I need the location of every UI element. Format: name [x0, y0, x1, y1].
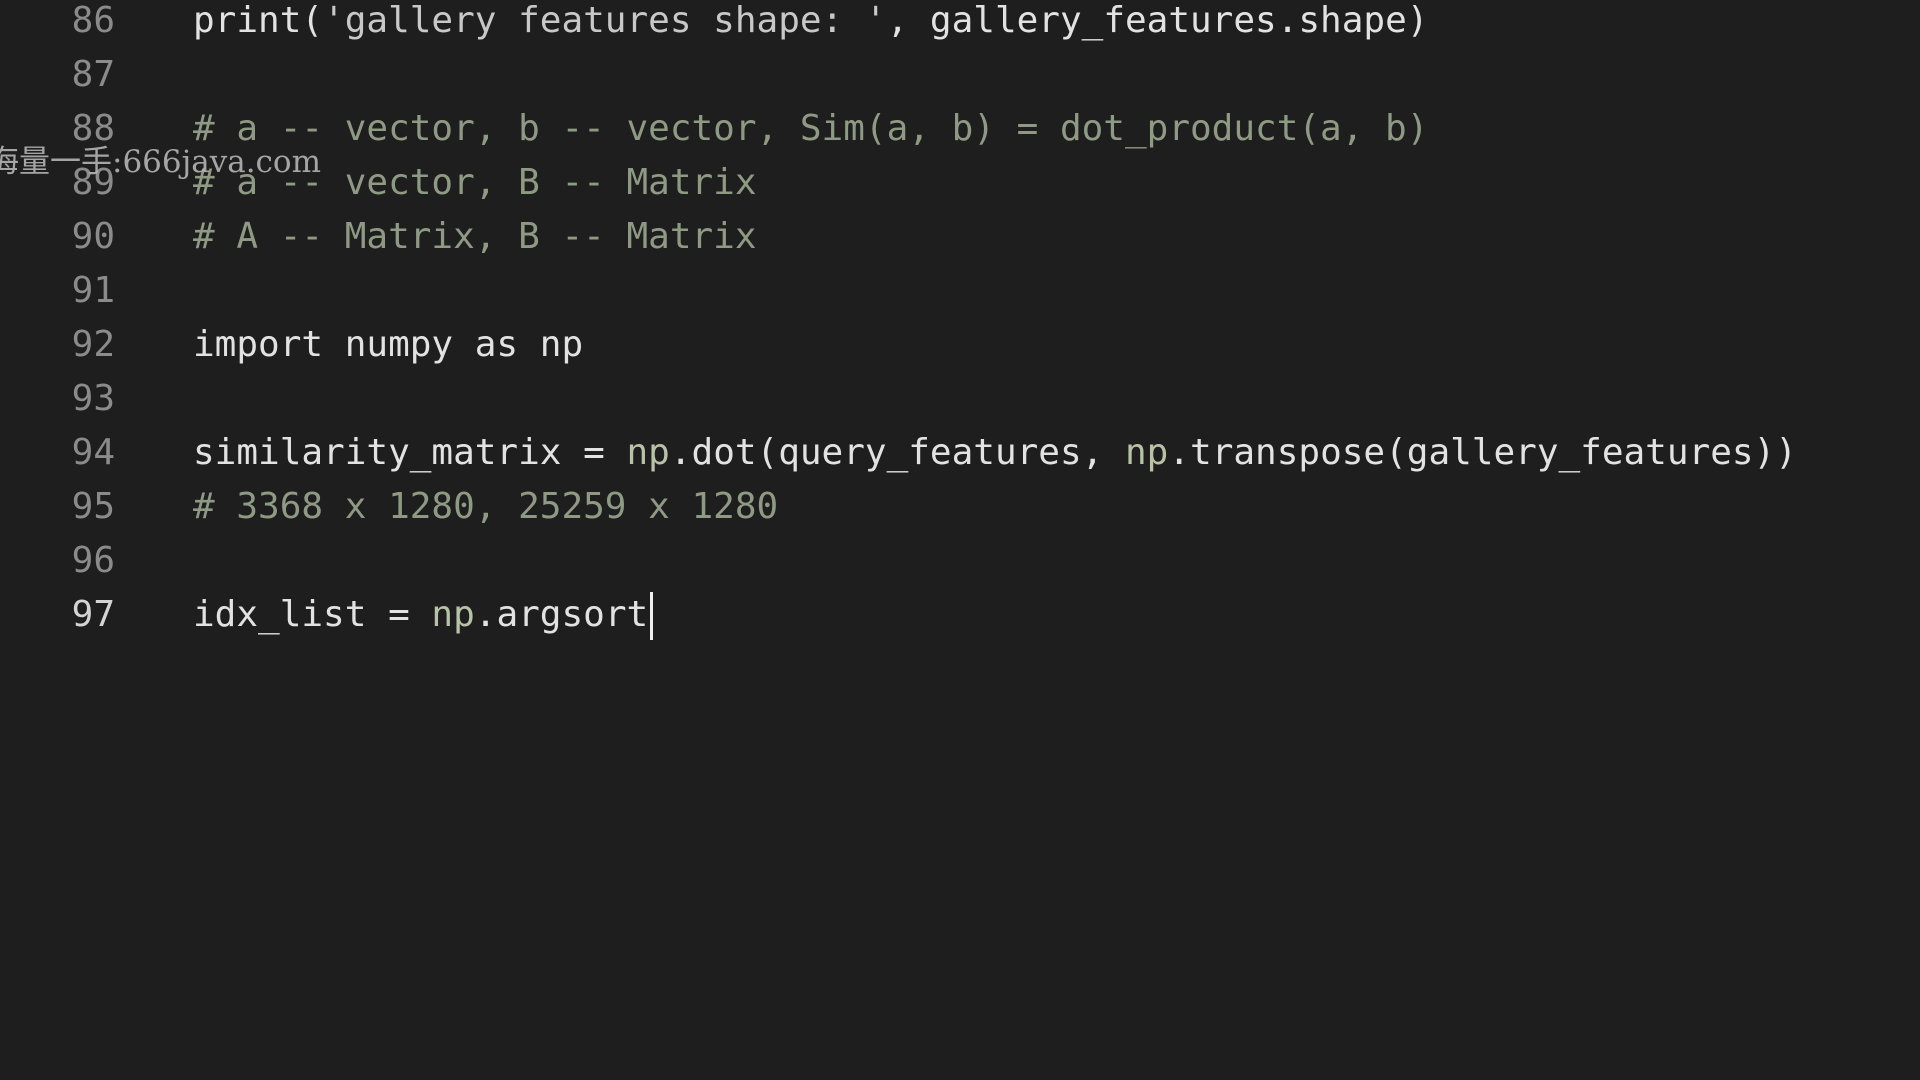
code-token-str: 'gallery features shape: ' — [323, 0, 887, 41]
code-text[interactable]: similarity_matrix = np.dot(query_feature… — [193, 426, 1797, 480]
code-token-comment: # A -- Matrix, B -- Matrix — [193, 216, 757, 257]
code-line[interactable]: 87 — [0, 48, 1920, 102]
code-token-text: import numpy as np — [193, 324, 584, 365]
line-number: 97 — [71, 594, 115, 635]
code-line[interactable]: 90 # A -- Matrix, B -- Matrix — [0, 210, 1920, 264]
line-number: 86 — [71, 0, 115, 41]
code-text[interactable]: # a -- vector, b -- vector, Sim(a, b) = … — [193, 102, 1428, 156]
line-number: 87 — [71, 54, 115, 95]
line-number: 90 — [71, 216, 115, 257]
code-line[interactable]: 97 idx_list = np.argsort — [0, 588, 1920, 642]
code-line[interactable]: 92 import numpy as np — [0, 318, 1920, 372]
code-token-np: np — [431, 594, 475, 635]
code-token-comment: # 3368 x 1280, 25259 x 1280 — [193, 486, 779, 527]
code-line[interactable]: 86 print('gallery features shape: ', gall… — [0, 0, 1920, 48]
code-text[interactable]: # 3368 x 1280, 25259 x 1280 — [193, 480, 778, 534]
line-number: 92 — [71, 324, 115, 365]
line-number: 95 — [71, 486, 115, 527]
code-token-text: .argsort — [474, 594, 649, 635]
watermark-text: 海量一手:666java.com — [0, 144, 321, 180]
code-line[interactable]: 95 # 3368 x 1280, 25259 x 1280 — [0, 480, 1920, 534]
line-number: 91 — [71, 270, 115, 311]
code-token-comment: # a -- vector, b -- vector, Sim(a, b) = … — [193, 108, 1429, 149]
code-token-text: print( — [193, 0, 324, 41]
text-cursor — [650, 592, 654, 640]
code-line[interactable]: 93 — [0, 372, 1920, 426]
code-token-text: .dot(query_features, — [669, 432, 1125, 473]
code-token-text: idx_list = — [193, 594, 432, 635]
code-line[interactable]: 91 — [0, 264, 1920, 318]
code-line[interactable]: 94 similarity_matrix = np.dot(query_featu… — [0, 426, 1920, 480]
code-text[interactable]: idx_list = np.argsort — [193, 588, 654, 642]
code-token-np: np — [626, 432, 670, 473]
line-number: 93 — [71, 378, 115, 419]
code-editor[interactable]: 海量一手:666java.com 86 print('gallery featur… — [0, 0, 1920, 1080]
line-number: 94 — [71, 432, 115, 473]
code-text[interactable]: import numpy as np — [193, 318, 583, 372]
code-token-text: similarity_matrix = — [193, 432, 627, 473]
code-token-text: , gallery_features.shape) — [886, 0, 1429, 41]
line-number: 96 — [71, 540, 115, 581]
code-token-text: .transpose(gallery_features)) — [1168, 432, 1797, 473]
code-text[interactable]: # A -- Matrix, B -- Matrix — [193, 210, 757, 264]
code-line[interactable]: 96 — [0, 534, 1920, 588]
code-token-np: np — [1125, 432, 1169, 473]
code-text[interactable]: print('gallery features shape: ', galler… — [193, 0, 1428, 48]
